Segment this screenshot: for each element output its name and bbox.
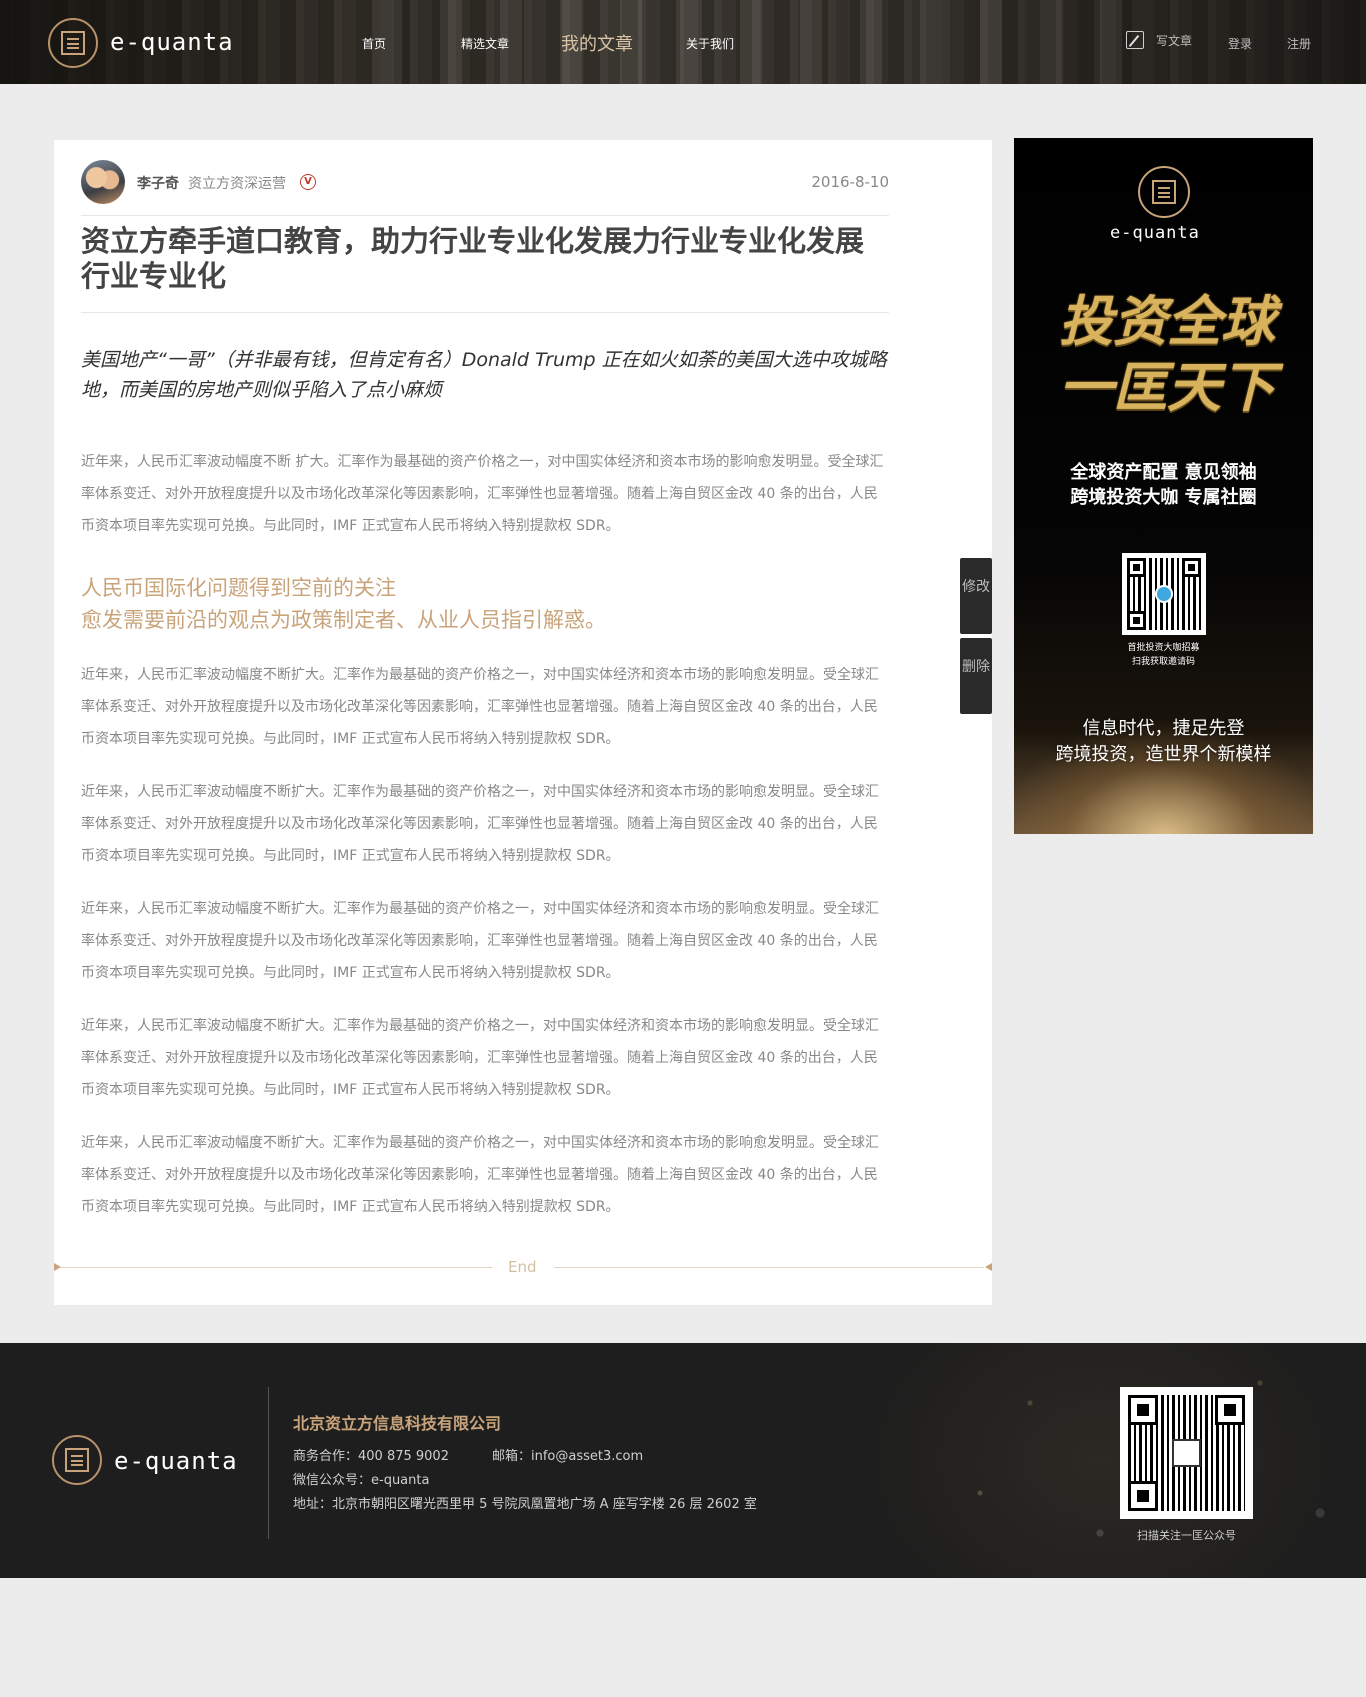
article-paragraph: 近年来，人民币汇率波动幅度不断扩大。汇率作为最基础的资产价格之一，对中国实体经济…	[81, 901, 879, 981]
triangle-left-icon	[985, 1263, 992, 1271]
divider-line	[60, 1267, 492, 1268]
divider-line	[554, 1267, 984, 1268]
footer-qr-code	[1120, 1387, 1253, 1519]
edit-icon	[1126, 31, 1144, 49]
article-subheading: 人民币国际化问题得到空前的关注 愈发需要前沿的观点为政策制定者、从业人员指引解惑…	[81, 572, 889, 636]
site-footer: e-quanta 北京资立方信息科技有限公司 商务合作：400 875 9002…	[0, 1343, 1366, 1578]
subheading-line: 人民币国际化问题得到空前的关注	[81, 576, 396, 600]
edit-label: 修改	[962, 579, 990, 595]
post-date: 2016-8-10	[811, 173, 889, 191]
delete-button[interactable]: 删除	[960, 638, 992, 714]
nav-my-articles[interactable]: 我的文章	[561, 30, 633, 56]
login-link[interactable]: 登录	[1228, 35, 1252, 52]
ad-tagline: 跨境投资大咖 专属社圈	[1070, 487, 1257, 508]
article-paragraph: 近年来，人民币汇率波动幅度不断扩大。汇率作为最基础的资产价格之一，对中国实体经济…	[81, 1135, 879, 1215]
divider	[268, 1387, 269, 1539]
edit-button[interactable]: 修改	[960, 558, 992, 634]
nav-home[interactable]: 首页	[362, 35, 386, 52]
article-paragraph: 近年来，人民币汇率波动幅度不断 扩大。汇率作为最基础的资产价格之一，对中国实体经…	[81, 454, 884, 534]
email-contact[interactable]: 邮箱：info@asset3.com	[492, 1445, 643, 1464]
avatar[interactable]	[81, 160, 125, 204]
logo-icon[interactable]	[48, 18, 98, 68]
article-title: 资立方牵手道口教育，助力行业专业化发展力行业专业化发展行业专业化	[81, 224, 889, 313]
end-label: End	[508, 1258, 537, 1276]
ad-qr-caption: 扫我获取邀请码	[1131, 657, 1195, 667]
ad-slogan: 投资全球 一匡天下	[1059, 289, 1275, 419]
author-title: 资立方资深运营	[188, 176, 286, 192]
nav-selected-articles[interactable]: 精选文章	[461, 35, 509, 52]
logo-icon	[1138, 166, 1190, 218]
write-article-label: 写文章	[1156, 33, 1193, 48]
nav-about-us[interactable]: 关于我们	[686, 35, 734, 52]
ad-bottom-text: 跨境投资，造世界个新模样	[1055, 744, 1272, 765]
author-name[interactable]: 李子奇	[137, 173, 179, 193]
article-lead: 美国地产“一哥”（并非最有钱，但肯定有名）Donald Trump 正在如火如荼…	[81, 349, 887, 401]
article-paragraph: 近年来，人民币汇率波动幅度不断扩大。汇率作为最基础的资产价格之一，对中国实体经济…	[81, 667, 879, 747]
wechat-account: 微信公众号：e-quanta	[293, 1473, 430, 1488]
register-link[interactable]: 注册	[1287, 35, 1311, 52]
write-article-button[interactable]: 写文章	[1126, 31, 1192, 49]
logo-text[interactable]: e-quanta	[110, 28, 234, 56]
delete-label: 删除	[962, 659, 990, 675]
company-name: 北京资立方信息科技有限公司	[293, 1414, 502, 1433]
logo-icon	[52, 1435, 102, 1485]
author-row: 李子奇 资立方资深运营 V 2016-8-10	[81, 160, 889, 216]
site-header: e-quanta 首页 精选文章 我的文章 关于我们 写文章 登录 注册	[0, 0, 1366, 84]
subheading-line: 愈发需要前沿的观点为政策制定者、从业人员指引解惑。	[81, 608, 606, 632]
ad-qr-caption: 首批投资大咖招募	[1127, 643, 1200, 653]
article-paragraph: 近年来，人民币汇率波动幅度不断扩大。汇率作为最基础的资产价格之一，对中国实体经济…	[81, 1018, 879, 1098]
footer-qr-caption: 扫描关注一匡公众号	[1137, 1529, 1236, 1542]
company-address: 地址：北京市朝阳区曙光西里甲 5 号院凤凰置地广场 A 座写字楼 26 层 26…	[293, 1497, 757, 1512]
article-paragraph: 近年来，人民币汇率波动幅度不断扩大。汇率作为最基础的资产价格之一，对中国实体经济…	[81, 784, 879, 864]
article-card: 李子奇 资立方资深运营 V 2016-8-10 资立方牵手道口教育，助力行业专业…	[54, 140, 992, 1305]
end-divider: End	[54, 1255, 992, 1279]
ad-logo-text: e-quanta	[1110, 223, 1200, 243]
business-contact: 商务合作：400 875 9002	[293, 1449, 449, 1464]
ad-tagline: 全球资产配置 意见领袖	[1070, 462, 1257, 483]
verified-icon: V	[300, 174, 316, 190]
footer-logo-text: e-quanta	[114, 1447, 238, 1475]
ad-bottom-text: 信息时代，捷足先登	[1082, 718, 1245, 739]
ad-banner[interactable]: e-quanta 投资全球 一匡天下 全球资产配置 意见领袖 跨境投资大咖 专属…	[1014, 138, 1313, 834]
ad-qr-code	[1122, 553, 1206, 635]
